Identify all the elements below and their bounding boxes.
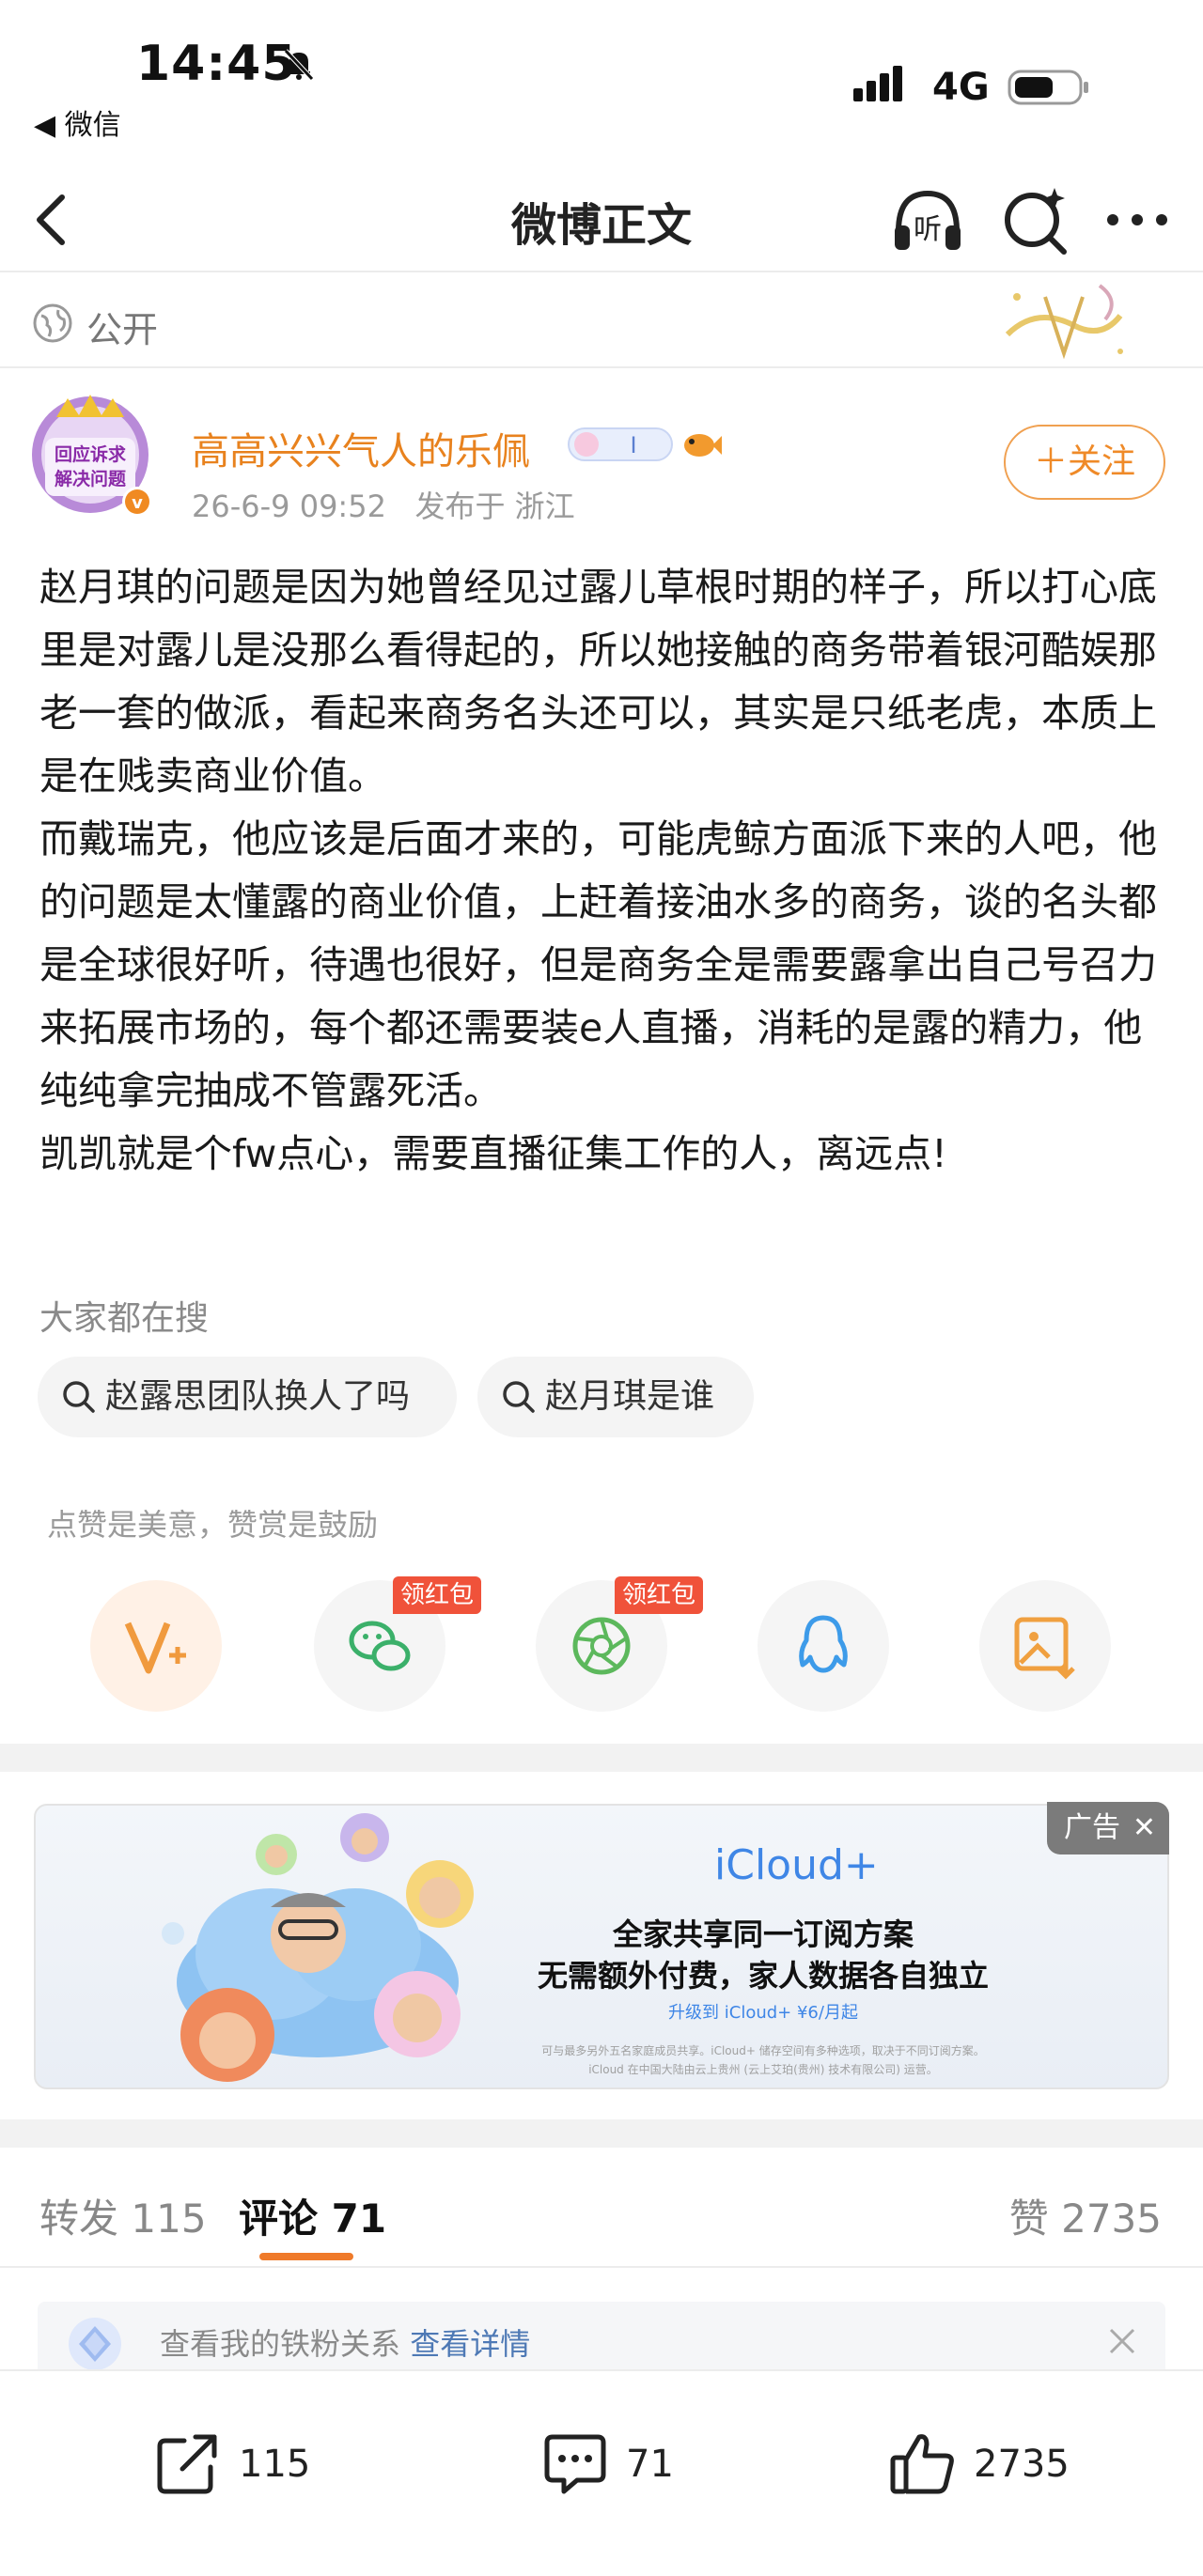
battery-icon xyxy=(1008,70,1088,105)
fans-detail-link[interactable]: 查看详情 xyxy=(410,2326,530,2362)
ad-fineprint: iCloud 在中国大陆由云上贵州 (云上艾珀(贵州) 技术有限公司) 运营。 xyxy=(588,2063,938,2076)
clock: 14:45 xyxy=(136,36,297,92)
diamond-fan-icon xyxy=(69,2318,121,2370)
fans-text: 查看我的铁粉关系 查看详情 xyxy=(160,2320,530,2364)
section-divider xyxy=(0,2119,1203,2148)
tab-comment-count: 71 xyxy=(331,2196,387,2242)
tab-repost[interactable]: 转发 115 xyxy=(39,2187,207,2244)
hongbao-badge: 领红包 xyxy=(393,1576,482,1614)
search-icon[interactable] xyxy=(998,180,1073,261)
magnifier-icon xyxy=(63,1381,95,1413)
author-name[interactable]: 高高兴兴气人的乐佩 xyxy=(192,421,530,475)
repost-button[interactable]: 115 xyxy=(152,2428,340,2503)
mute-bell-icon xyxy=(284,49,314,81)
comment-button[interactable]: 71 xyxy=(539,2428,709,2503)
svg-text:v: v xyxy=(132,493,143,513)
tab-comment-label: 评论 xyxy=(239,2196,319,2242)
hongbao-badge: 领红包 xyxy=(615,1576,704,1614)
ad-brand: iCloud+ xyxy=(714,1841,879,1889)
fish-badge-icon xyxy=(684,434,722,457)
post-time: 26-6-9 09:52 xyxy=(192,489,386,524)
ad-banner[interactable]: iCloud+ 全家共享同一订阅方案 无需额外付费，家人数据各自独立 升级到 i… xyxy=(34,1804,1169,2089)
member-level-badge-icon: I xyxy=(568,427,673,461)
magnifier-icon xyxy=(503,1381,535,1413)
like-count: 2735 xyxy=(974,2443,1070,2486)
globe-icon xyxy=(33,303,72,343)
share-qq-button[interactable] xyxy=(758,1580,889,1712)
ad-price: 升级到 iCloud+ ¥6/月起 xyxy=(668,2003,858,2023)
post-body: 赵月琪的问题是因为她曾经见过露儿草根时期的样子，所以打心底里是对露儿是没那么看得… xyxy=(39,556,1167,1186)
wechat-icon xyxy=(349,1621,411,1671)
tab-comment[interactable]: 评论 71 xyxy=(239,2187,386,2244)
comment-count: 71 xyxy=(626,2443,674,2486)
post-paragraph: 而戴瑞克，他应该是后面才来的，可能虎鲸方面派下来的人吧，他的问题是太懂露的商业价… xyxy=(39,816,1157,1113)
tab-like-label: 赞 xyxy=(1008,2196,1049,2242)
visibility-label: 公开 xyxy=(86,309,159,350)
signal-icon xyxy=(853,66,902,101)
close-icon[interactable]: ✕ xyxy=(1133,1802,1156,1854)
fans-label: 查看我的铁粉关系 xyxy=(160,2326,401,2362)
tab-repost-count: 115 xyxy=(131,2196,207,2242)
qq-penguin-icon xyxy=(799,1615,848,1673)
network-type: 4G xyxy=(932,66,990,109)
search-chip[interactable]: 赵月琪是谁 xyxy=(477,1357,754,1437)
avatar[interactable]: 回应诉求 解决问题 v xyxy=(28,389,160,520)
avatar-text-1: 回应诉求 xyxy=(55,443,127,465)
repost-share-icon xyxy=(157,2434,217,2494)
post-paragraph: 凯凯就是个fw点心，需要直播征集工作的人，离远点! xyxy=(39,1131,947,1176)
repost-count: 115 xyxy=(239,2443,311,2486)
reward-v-icon xyxy=(124,1622,186,1674)
post-paragraph: 赵月琪的问题是因为她曾经见过露儿草根时期的样子，所以打心底里是对露儿是没那么看得… xyxy=(39,565,1157,799)
back-to-wechat[interactable]: ◀ 微信 xyxy=(34,101,121,143)
status-bar: 14:45 ◀ 微信 4G xyxy=(0,0,1203,143)
reward-button[interactable] xyxy=(90,1580,222,1712)
trending-search-title: 大家都在搜 xyxy=(39,1299,210,1338)
ad-close-tag[interactable]: 广告 ✕ xyxy=(1047,1802,1169,1854)
interaction-tabs: 转发 115 评论 71 赞 2735 xyxy=(0,2149,1203,2268)
active-tab-indicator xyxy=(259,2253,353,2260)
listen-headphone-icon[interactable]: 听 xyxy=(887,180,968,261)
tab-like[interactable]: 赞 2735 xyxy=(1009,2187,1162,2244)
more-icon[interactable] xyxy=(1100,182,1175,257)
svg-text:I: I xyxy=(630,432,636,458)
ad-fineprint: 可与最多另外五名家庭成员共享。iCloud+ 储存空间有多种选项，取决于不同订阅… xyxy=(541,2044,985,2057)
close-icon[interactable] xyxy=(1103,2322,1141,2360)
post-meta: 26-6-9 09:52 发布于 浙江 xyxy=(192,483,575,526)
avatar-text-2: 解决问题 xyxy=(55,468,126,489)
ad-headline: 全家共享同一订阅方案 xyxy=(612,1916,914,1952)
section-divider xyxy=(0,1744,1203,1772)
svg-text:听: 听 xyxy=(914,213,942,246)
like-button[interactable]: 2735 xyxy=(887,2428,1113,2503)
ad-tag-label: 广告 xyxy=(1064,1811,1120,1844)
search-chip-label: 赵月琪是谁 xyxy=(545,1377,715,1416)
nav-bar: 微博正文 听 xyxy=(0,169,1203,272)
moments-aperture-icon xyxy=(572,1617,631,1675)
search-chip-label: 赵露思团队换人了吗 xyxy=(105,1377,411,1416)
tab-like-count: 2735 xyxy=(1061,2196,1162,2242)
decoration-sticker-icon xyxy=(1005,284,1123,360)
save-image-button[interactable] xyxy=(979,1580,1111,1712)
visibility-row: 公开 xyxy=(0,274,1203,368)
reward-tip: 点赞是美意，赞赏是鼓励 xyxy=(47,1507,379,1543)
search-chip[interactable]: 赵露思团队换人了吗 xyxy=(38,1357,457,1437)
thumbs-up-icon xyxy=(890,2434,954,2494)
save-image-icon xyxy=(1014,1617,1075,1680)
tab-repost-label: 转发 xyxy=(39,2196,119,2242)
post-location: 发布于 浙江 xyxy=(414,489,575,524)
bottom-action-bar: 115 71 2735 xyxy=(0,2369,1203,2576)
ad-subheadline: 无需额外付费，家人数据各自独立 xyxy=(537,1958,989,1994)
follow-button[interactable]: ＋关注 xyxy=(1004,425,1165,500)
comment-bubble-icon xyxy=(544,2434,606,2494)
